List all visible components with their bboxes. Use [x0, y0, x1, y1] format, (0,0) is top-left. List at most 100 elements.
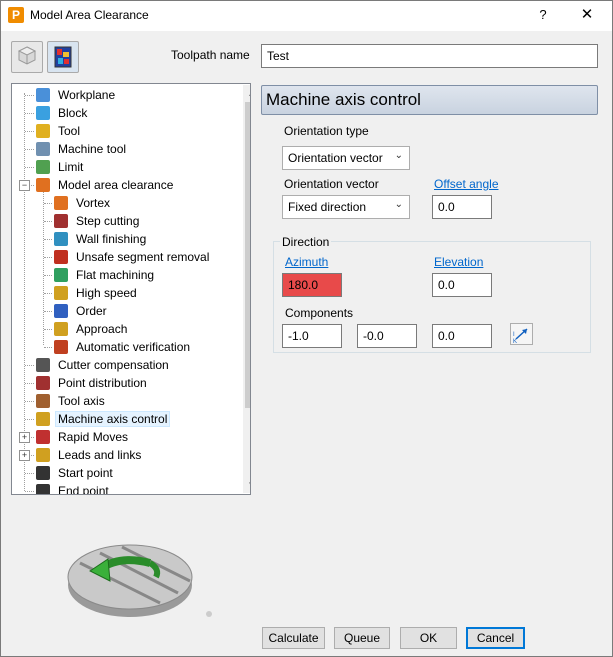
start-point-icon — [36, 466, 50, 480]
flat-machining-icon — [54, 268, 68, 282]
tree-item-cutter-compensation[interactable]: Cutter compensation — [36, 356, 171, 374]
tree-item-label: Step cutting — [76, 214, 140, 228]
queue-button[interactable]: Queue — [334, 627, 390, 649]
calculate-button[interactable]: Calculate — [262, 627, 325, 649]
scroll-thumb[interactable] — [245, 102, 250, 408]
collapse-icon[interactable]: − — [19, 180, 30, 191]
tree-scrollbar[interactable]: ▲ ▼ — [243, 85, 250, 493]
component-z-input[interactable]: 0.0 — [432, 324, 492, 348]
azimuth-link[interactable]: Azimuth — [285, 255, 328, 269]
help-button[interactable]: ? — [530, 3, 556, 27]
tree-item-block[interactable]: Block — [36, 104, 89, 122]
tree-item-end-point[interactable]: End point — [36, 482, 111, 495]
vector-arrow-icon: I K — [513, 328, 528, 345]
ok-button[interactable]: OK — [400, 627, 457, 649]
tree-item-automatic-verification[interactable]: Automatic verification — [54, 338, 192, 356]
tree-item-label: Model area clearance — [58, 178, 174, 192]
scroll-up-arrow[interactable]: ▲ — [243, 85, 250, 102]
tree-item-model-area-clearance[interactable]: Model area clearance — [36, 176, 175, 194]
svg-text:K: K — [513, 339, 517, 344]
tree-item-limit[interactable]: Limit — [36, 158, 85, 176]
expand-icon[interactable]: + — [19, 450, 30, 461]
tree-item-label: Tool — [58, 124, 81, 138]
wall-finishing-icon — [54, 232, 68, 246]
tree-item-label: Automatic verification — [76, 340, 191, 354]
chevron-down-icon: ⌄ — [394, 150, 403, 161]
unsafe-segment-removal-icon — [54, 250, 68, 264]
tree-item-label: End point — [58, 484, 109, 495]
workplane-icon — [36, 88, 50, 102]
elevation-link[interactable]: Elevation — [434, 255, 483, 269]
tree-item-vortex[interactable]: Vortex — [54, 194, 112, 212]
tree-item-workplane[interactable]: Workplane — [36, 86, 117, 104]
offset-angle-link[interactable]: Offset angle — [434, 177, 499, 191]
tool-icon — [36, 124, 50, 138]
tree-item-order[interactable]: Order — [54, 302, 109, 320]
tree-item-wall-finishing[interactable]: Wall finishing — [54, 230, 148, 248]
decor-dot — [206, 611, 212, 617]
tree-item-leads-and-links[interactable]: Leads and links — [36, 446, 143, 464]
leads-and-links-icon — [36, 448, 50, 462]
offset-angle-input[interactable]: 0.0 — [432, 195, 492, 219]
tree-item-label: Limit — [58, 160, 84, 174]
tree-item-approach[interactable]: Approach — [54, 320, 129, 338]
elevation-input[interactable]: 0.0 — [432, 273, 492, 297]
window-title: Model Area Clearance — [30, 8, 149, 22]
tree-item-rapid-moves[interactable]: Rapid Moves — [36, 428, 130, 446]
orientation-vector-select[interactable]: Fixed direction ⌄ — [282, 195, 410, 219]
model-area-clearance-icon — [36, 178, 50, 192]
machine-axis-control-icon — [36, 412, 50, 426]
point-distribution-icon — [36, 376, 50, 390]
tree-item-label: Start point — [58, 466, 113, 480]
tree-item-tool[interactable]: Tool — [36, 122, 82, 140]
azimuth-input[interactable]: 180.0 — [282, 273, 342, 297]
tree-item-label: Cutter compensation — [58, 358, 169, 372]
tree-item-machine-tool[interactable]: Machine tool — [36, 140, 128, 158]
component-y-input[interactable]: -0.0 — [357, 324, 417, 348]
block-icon — [36, 106, 50, 120]
expand-icon[interactable]: + — [19, 432, 30, 443]
component-x-input[interactable]: -1.0 — [282, 324, 342, 348]
tree-item-label: Flat machining — [76, 268, 155, 282]
step-cutting-icon — [54, 214, 68, 228]
toolpath-name-input[interactable]: Test — [261, 44, 598, 68]
tree-item-label: Unsafe segment removal — [76, 250, 210, 264]
direction-picker-button[interactable]: I K — [510, 323, 533, 345]
cube-cluster-icon — [17, 46, 37, 65]
tree-item-start-point[interactable]: Start point — [36, 464, 115, 482]
rapid-moves-icon — [36, 430, 50, 444]
tree-item-label: Vortex — [76, 196, 111, 210]
tree-item-label: Rapid Moves — [58, 430, 129, 444]
thickness-map-button[interactable] — [47, 41, 79, 73]
tree-item-machine-axis-control[interactable]: Machine axis control — [36, 410, 171, 428]
orientation-type-select[interactable]: Orientation vector ⌄ — [282, 146, 410, 170]
app-icon: P — [8, 7, 24, 23]
scroll-down-arrow[interactable]: ▼ — [243, 476, 250, 493]
orientation-vector-value: Fixed direction — [288, 200, 367, 214]
tree-item-label: Wall finishing — [76, 232, 147, 246]
toolpath-preview-button[interactable] — [11, 41, 43, 73]
tree-item-point-distribution[interactable]: Point distribution — [36, 374, 149, 392]
tree-item-unsafe-segment-removal[interactable]: Unsafe segment removal — [54, 248, 211, 266]
cancel-button[interactable]: Cancel — [466, 627, 525, 649]
settings-tree: Workplane Block Tool Machine tool Limit Model… — [11, 83, 251, 495]
tree-item-label: High speed — [76, 286, 137, 300]
svg-text:I: I — [513, 332, 515, 338]
orientation-type-value: Orientation vector — [288, 151, 383, 165]
chevron-down-icon: ⌄ — [394, 199, 403, 210]
close-button[interactable]: ✕ — [572, 3, 602, 27]
tree-item-high-speed[interactable]: High speed — [54, 284, 139, 302]
vortex-icon — [54, 196, 68, 210]
tree-item-flat-machining[interactable]: Flat machining — [54, 266, 156, 284]
tree-item-label: Machine axis control — [54, 411, 171, 427]
tree-item-label: Point distribution — [58, 376, 147, 390]
machine-tool-icon — [36, 142, 50, 156]
toolpath-name-label: Toolpath name — [171, 48, 250, 62]
orientation-type-label: Orientation type — [284, 124, 369, 138]
automatic-verification-icon — [54, 340, 68, 354]
tree-item-tool-axis[interactable]: Tool axis — [36, 392, 107, 410]
thickness-map-icon — [54, 46, 72, 68]
tree-item-label: Order — [76, 304, 107, 318]
order-icon — [54, 304, 68, 318]
tree-item-step-cutting[interactable]: Step cutting — [54, 212, 141, 230]
